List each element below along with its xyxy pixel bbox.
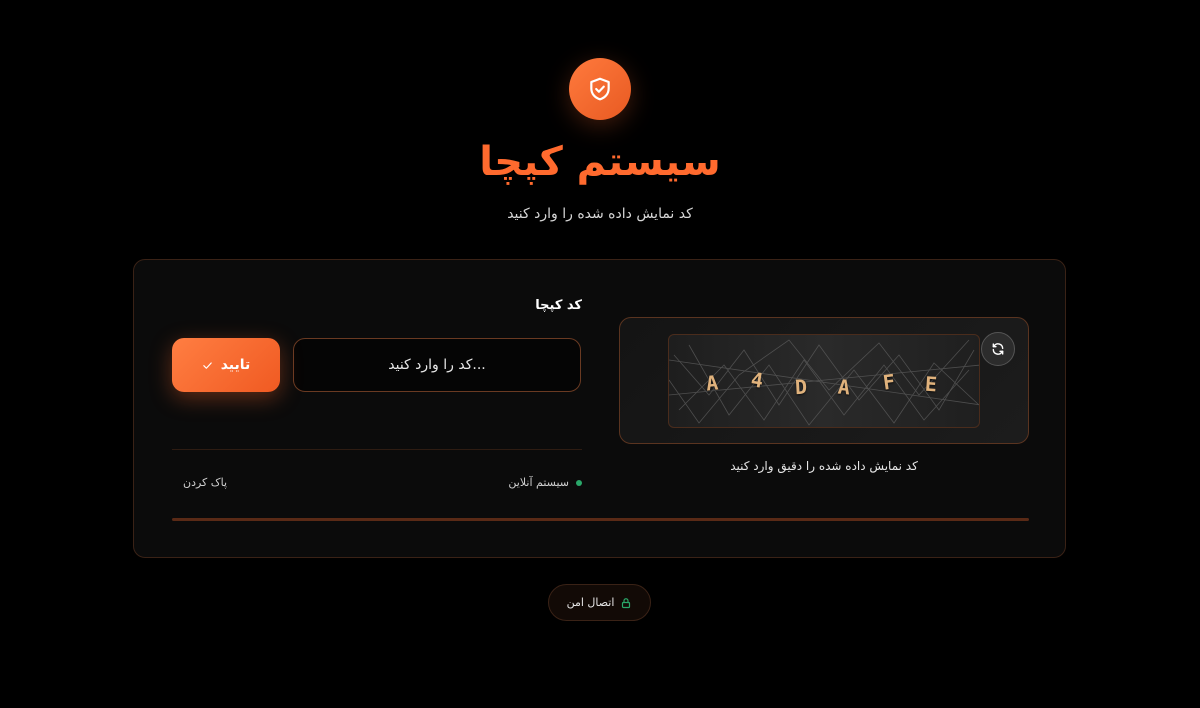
clear-button[interactable]: پاک کردن [183, 476, 227, 489]
check-icon [202, 361, 212, 369]
secure-connection-label: اتصال امن [566, 596, 615, 609]
captcha-hint: کد نمایش داده شده را دقیق وارد کنید [730, 459, 918, 473]
page-subtitle: کد نمایش داده شده را وارد کنید [507, 206, 693, 222]
captcha-image: A 4 D A F E [668, 334, 980, 428]
captcha-code-input[interactable] [293, 338, 581, 392]
captcha-panel: A 4 D A F E [619, 317, 1029, 444]
refresh-icon [992, 343, 1004, 355]
verify-button[interactable]: تایید [172, 338, 280, 392]
captcha-char: D [794, 374, 808, 400]
system-status: سیستم آنلاین [434, 476, 582, 489]
lock-icon [622, 597, 631, 608]
status-text: سیستم آنلاین [508, 476, 569, 489]
captcha-field-label: کد کپچا [535, 298, 582, 313]
captcha-char: A [836, 374, 852, 400]
secure-connection-badge: اتصال امن [548, 584, 651, 621]
captcha-page: سیستم کپچا کد نمایش داده شده را وارد کنی… [0, 0, 1200, 708]
verify-button-label: تایید [220, 357, 251, 373]
captcha-char: A [704, 370, 720, 396]
status-online-indicator [576, 479, 582, 486]
captcha-char: E [924, 371, 938, 397]
captcha-card: A 4 D A F E کد نمایش داده شده را دقیق وا… [133, 259, 1066, 558]
refresh-captcha-button[interactable] [981, 332, 1015, 366]
progress-fill [172, 518, 1029, 521]
shield-check-icon [569, 58, 631, 120]
progress-bar [172, 518, 1029, 521]
form-divider [172, 449, 582, 450]
page-title: سیستم کپچا [479, 139, 721, 185]
